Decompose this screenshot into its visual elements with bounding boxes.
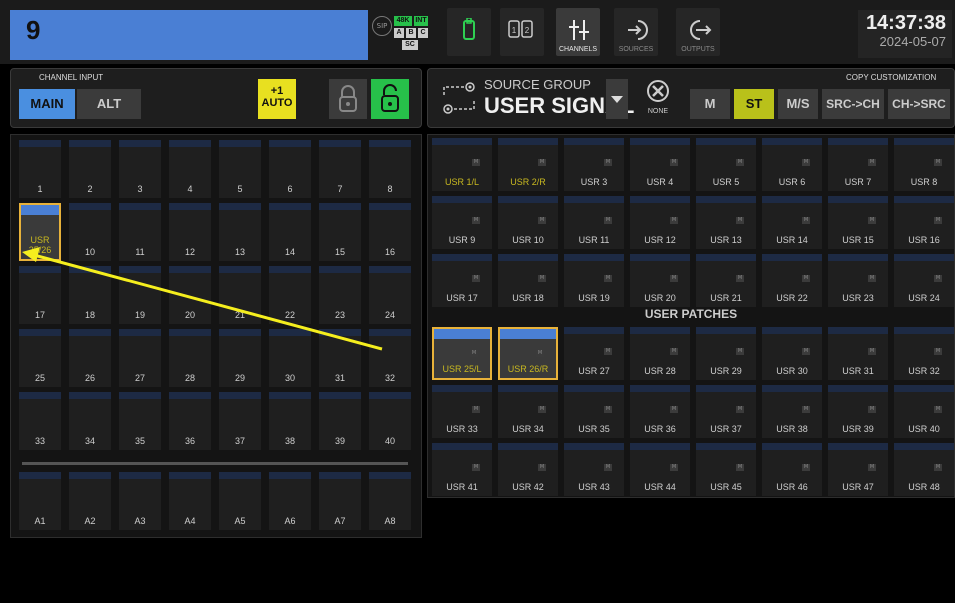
arrow-head-icon — [22, 247, 40, 262]
drag-arrow-overlay — [22, 247, 383, 351]
